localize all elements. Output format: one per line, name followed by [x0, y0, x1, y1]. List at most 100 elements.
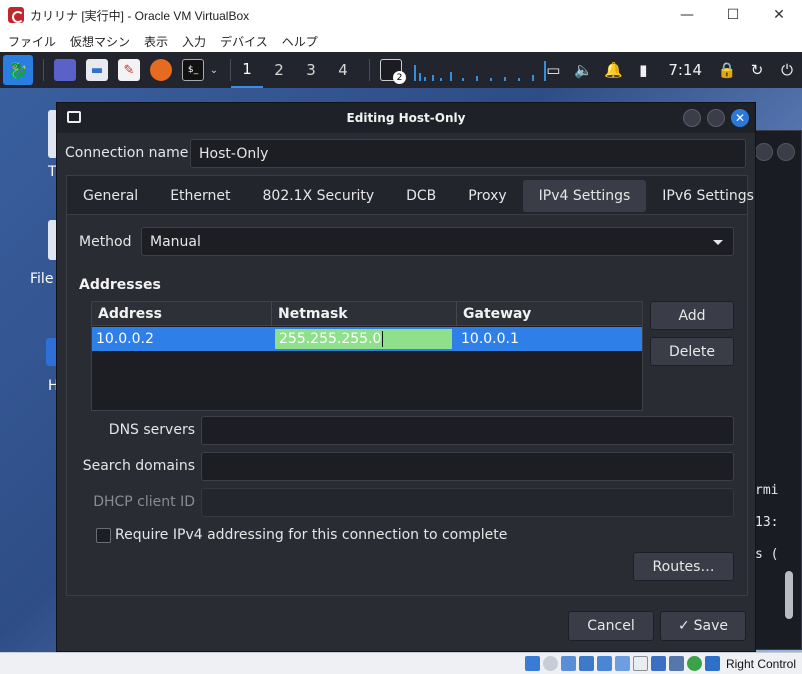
kali-menu-button[interactable]: 🐉 — [3, 55, 33, 85]
minimize-icon: — — [680, 7, 694, 23]
optical-drive-icon[interactable] — [542, 656, 558, 671]
tab-8021x-security[interactable]: 802.1X Security — [247, 180, 391, 212]
tab-dcb[interactable]: DCB — [390, 180, 452, 212]
guest-additions-icon[interactable] — [686, 656, 702, 671]
tab-bar: General Ethernet 802.1X Security DCB Pro… — [66, 175, 754, 215]
menu-devices[interactable]: デバイス — [220, 33, 268, 50]
close-button[interactable]: ✕ — [756, 0, 802, 30]
kali-panel: 🐉 ▬ ✎ $_ ⌄ 1 2 3 4 2 ▭ 🔈 🔔 ▮ 7:14 🔒 ↻ ⏻ — [0, 52, 802, 88]
terminal-line: s ( — [755, 547, 779, 562]
close-icon: ✕ — [773, 7, 785, 23]
clock[interactable]: 7:14 — [668, 61, 702, 79]
recording-icon[interactable] — [650, 656, 666, 671]
chevron-down-icon — [713, 240, 723, 245]
volume-icon[interactable]: 🔈 — [568, 52, 598, 88]
require-ipv4-label[interactable]: Require IPv4 addressing for this connect… — [115, 527, 507, 543]
routes-button[interactable]: Routes… — [633, 552, 734, 581]
bell-icon[interactable]: 🔔 — [598, 52, 628, 88]
workspace-4[interactable]: 4 — [327, 52, 359, 88]
panel-separator — [369, 59, 370, 81]
edit-connection-dialog: Editing Host-Only ✕ Connection name Host… — [56, 102, 756, 652]
menu-machine[interactable]: 仮想マシン — [70, 33, 130, 50]
display-icon[interactable] — [632, 656, 648, 671]
network-adapter-icon[interactable] — [578, 656, 594, 671]
lock-icon[interactable]: 🔒 — [712, 52, 742, 88]
dns-servers-input[interactable] — [201, 416, 734, 445]
chevron-down-icon[interactable]: ⌄ — [208, 59, 220, 81]
terminal-line: 13: — [755, 515, 779, 530]
save-label: Save — [693, 618, 729, 634]
firefox-icon[interactable] — [150, 59, 172, 81]
cpu-icon[interactable] — [668, 656, 684, 671]
workspace-2[interactable]: 2 — [263, 52, 295, 88]
header-netmask[interactable]: Netmask — [272, 302, 457, 326]
table-row[interactable]: 10.0.0.2 255.255.255.0 10.0.0.1 — [92, 327, 642, 351]
dialog-maximize-icon[interactable] — [707, 109, 725, 127]
maximize-icon: ☐ — [726, 7, 740, 23]
vbox-statusbar: Right Control — [0, 652, 802, 674]
dialog-titlebar: Editing Host-Only ✕ — [57, 103, 755, 133]
menu-input[interactable]: 入力 — [182, 33, 206, 50]
window-controls: — ☐ ✕ — [664, 0, 802, 30]
delete-address-button[interactable]: Delete — [650, 337, 734, 366]
add-address-button[interactable]: Add — [650, 301, 734, 330]
host-key-label: Right Control — [725, 656, 796, 671]
maximize-button[interactable]: ☐ — [710, 0, 756, 30]
dhcp-client-id-input[interactable] — [201, 488, 734, 517]
dialog-minimize-icon[interactable] — [683, 109, 701, 127]
network-icon[interactable]: ▭ — [538, 52, 568, 88]
header-address[interactable]: Address — [92, 302, 272, 326]
tab-proxy[interactable]: Proxy — [452, 180, 522, 212]
addresses-title: Addresses — [79, 277, 161, 293]
cell-gateway[interactable]: 10.0.0.1 — [452, 327, 637, 351]
connection-name-input[interactable]: Host-Only — [190, 139, 746, 168]
panel-separator — [43, 59, 44, 81]
notification-badge: 2 — [393, 71, 406, 84]
menu-file[interactable]: ファイル — [8, 33, 56, 50]
logout-icon[interactable]: ↻ — [742, 52, 772, 88]
table-header: Address Netmask Gateway — [92, 302, 642, 326]
shared-folders-icon[interactable] — [614, 656, 630, 671]
tab-ethernet[interactable]: Ethernet — [154, 180, 246, 212]
keyboard-capture-icon[interactable] — [704, 656, 720, 671]
file-manager-icon[interactable]: ▬ — [86, 59, 108, 81]
terminal-icon[interactable]: $_ — [182, 59, 204, 81]
dialog-close-icon[interactable]: ✕ — [731, 109, 749, 127]
audio-icon[interactable] — [560, 656, 576, 671]
menu-view[interactable]: 表示 — [144, 33, 168, 50]
method-select[interactable]: Manual — [141, 227, 734, 256]
addresses-table[interactable]: Address Netmask Gateway 10.0.0.2 255.255… — [91, 301, 643, 411]
workspace-3[interactable]: 3 — [295, 52, 327, 88]
workspace-1[interactable]: 1 — [231, 52, 263, 88]
terminal-line: rmi — [755, 483, 779, 498]
terminal-scrollbar[interactable] — [785, 571, 793, 619]
show-desktop-icon[interactable] — [54, 59, 76, 81]
tab-general[interactable]: General — [67, 180, 154, 212]
cancel-button[interactable]: Cancel — [568, 611, 654, 641]
tab-ipv4-settings[interactable]: IPv4 Settings — [522, 179, 647, 212]
header-gateway[interactable]: Gateway — [457, 302, 642, 326]
cell-netmask-editor[interactable]: 255.255.255.0 — [275, 329, 452, 349]
terminal-maximize-icon[interactable] — [777, 143, 795, 161]
tab-ipv6-settings[interactable]: IPv6 Settings — [646, 180, 770, 212]
notification-terminal-icon[interactable]: 2 — [380, 59, 406, 84]
text-editor-icon[interactable]: ✎ — [118, 59, 140, 81]
terminal-minimize-icon[interactable] — [755, 143, 773, 161]
text-caret — [382, 331, 384, 347]
cell-address[interactable]: 10.0.0.2 — [92, 327, 272, 351]
method-label: Method — [79, 234, 132, 250]
window-title: カリリナ [実行中] - Oracle VM VirtualBox — [30, 8, 250, 23]
usb-icon[interactable] — [596, 656, 612, 671]
connection-name-label: Connection name — [65, 145, 189, 161]
checkmark-icon: ✓ — [677, 618, 690, 634]
hard-disk-icon[interactable] — [524, 656, 540, 671]
menu-help[interactable]: ヘルプ — [282, 33, 318, 50]
minimize-button[interactable]: — — [664, 0, 710, 30]
search-domains-input[interactable] — [201, 452, 734, 481]
network-connection-icon — [67, 111, 81, 123]
require-ipv4-checkbox[interactable] — [96, 528, 111, 543]
vbox-titlebar: カリリナ [実行中] - Oracle VM VirtualBox — ☐ ✕ — [0, 0, 802, 30]
power-icon[interactable]: ⏻ — [772, 52, 802, 88]
battery-icon[interactable]: ▮ — [628, 52, 658, 88]
save-button[interactable]: ✓ Save — [660, 611, 746, 641]
